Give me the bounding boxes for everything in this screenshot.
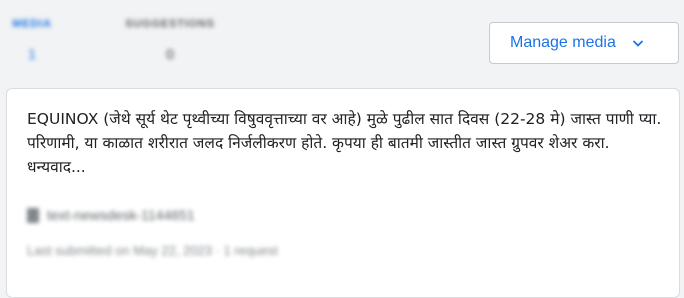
submission-meta: Last submitted on May 22, 2023 · 1 reque… [27,243,278,258]
source-name: text-newsdesk-1144651 [47,207,195,223]
source-row: text-newsdesk-1144651 [27,207,195,223]
tab-media-label: MEDIA [12,18,52,30]
media-tabs: MEDIA 1 SUGGESTIONS 0 [0,0,460,84]
media-card[interactable]: EQUINOX (जेथे सूर्य थेट पृथ्वीच्या विषुव… [6,88,680,298]
claim-text: EQUINOX (जेथे सूर्य थेट पृथ्वीच्या विषुव… [27,110,662,176]
tab-suggestions-label: SUGGESTIONS [125,18,215,30]
tab-suggestions-count: 0 [166,46,174,62]
document-icon [27,207,39,223]
chevron-down-icon [632,40,643,47]
tab-suggestions[interactable]: SUGGESTIONS 0 [110,18,230,62]
manage-media-button[interactable]: Manage media [489,22,679,64]
tab-media[interactable]: MEDIA 1 [12,18,52,62]
tab-media-count: 1 [28,46,36,62]
manage-media-label: Manage media [510,34,616,51]
